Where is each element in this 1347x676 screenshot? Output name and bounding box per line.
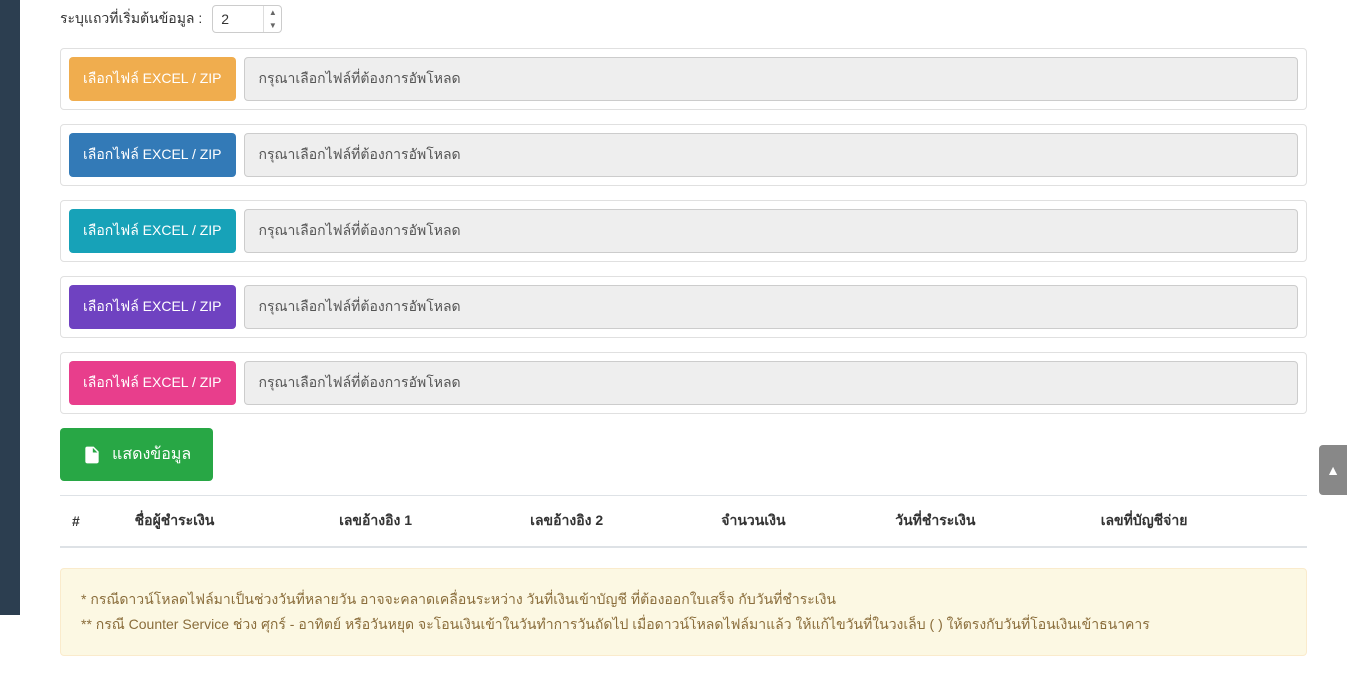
start-row-value: 2 — [221, 11, 229, 27]
file-display-3[interactable]: กรุณาเลือกไฟล์ที่ต้องการอัพโหลด — [244, 209, 1298, 253]
col-ref2: เลขอ้างอิง 2 — [518, 496, 709, 548]
show-data-button[interactable]: แสดงข้อมูล — [60, 428, 213, 481]
main-content: ระบุแถวที่เริ่มต้นข้อมูล : 2 ▲ ▼ เลือกไฟ… — [20, 0, 1347, 676]
select-file-button-1[interactable]: เลือกไฟล์ EXCEL / ZIP — [69, 57, 236, 101]
col-account: เลขที่บัญชีจ่าย — [1089, 496, 1307, 548]
select-file-button-5[interactable]: เลือกไฟล์ EXCEL / ZIP — [69, 361, 236, 405]
col-amount: จำนวนเงิน — [709, 496, 883, 548]
results-table: # ชื่อผู้ชำระเงิน เลขอ้างอิง 1 เลขอ้างอิ… — [60, 495, 1307, 548]
col-payer: ชื่อผู้ชำระเงิน — [123, 496, 327, 548]
file-upload-row-2: เลือกไฟล์ EXCEL / ZIP กรุณาเลือกไฟล์ที่ต… — [60, 124, 1307, 186]
file-display-1[interactable]: กรุณาเลือกไฟล์ที่ต้องการอัพโหลด — [244, 57, 1298, 101]
sidebar — [0, 0, 20, 615]
alert-line-2: ** กรณี Counter Service ช่วง ศุกร์ - อาท… — [81, 612, 1286, 637]
col-num: # — [60, 496, 123, 548]
start-row-label: ระบุแถวที่เริ่มต้นข้อมูล : — [60, 8, 202, 30]
file-upload-row-5: เลือกไฟล์ EXCEL / ZIP กรุณาเลือกไฟล์ที่ต… — [60, 352, 1307, 414]
file-export-icon — [82, 445, 102, 465]
table-header-row: # ชื่อผู้ชำระเงิน เลขอ้างอิง 1 เลขอ้างอิ… — [60, 496, 1307, 548]
file-display-5[interactable]: กรุณาเลือกไฟล์ที่ต้องการอัพโหลด — [244, 361, 1298, 405]
warning-alert: * กรณีดาวน์โหลดไฟล์มาเป็นช่วงวันที่หลายว… — [60, 568, 1307, 656]
start-row-input[interactable]: 2 ▲ ▼ — [212, 5, 282, 33]
show-data-label: แสดงข้อมูล — [112, 442, 191, 467]
col-ref1: เลขอ้างอิง 1 — [327, 496, 518, 548]
spinner-buttons: ▲ ▼ — [263, 6, 281, 32]
col-paydate: วันที่ชำระเงิน — [883, 496, 1088, 548]
file-upload-row-3: เลือกไฟล์ EXCEL / ZIP กรุณาเลือกไฟล์ที่ต… — [60, 200, 1307, 262]
chevron-up-icon: ▲ — [1326, 462, 1340, 478]
alert-line-1: * กรณีดาวน์โหลดไฟล์มาเป็นช่วงวันที่หลายว… — [81, 587, 1286, 612]
start-row-group: ระบุแถวที่เริ่มต้นข้อมูล : 2 ▲ ▼ — [60, 0, 1307, 48]
select-file-button-4[interactable]: เลือกไฟล์ EXCEL / ZIP — [69, 285, 236, 329]
spinner-down[interactable]: ▼ — [264, 19, 281, 32]
select-file-button-3[interactable]: เลือกไฟล์ EXCEL / ZIP — [69, 209, 236, 253]
file-display-2[interactable]: กรุณาเลือกไฟล์ที่ต้องการอัพโหลด — [244, 133, 1298, 177]
scroll-to-top-button[interactable]: ▲ — [1319, 445, 1347, 495]
select-file-button-2[interactable]: เลือกไฟล์ EXCEL / ZIP — [69, 133, 236, 177]
file-upload-row-1: เลือกไฟล์ EXCEL / ZIP กรุณาเลือกไฟล์ที่ต… — [60, 48, 1307, 110]
file-upload-row-4: เลือกไฟล์ EXCEL / ZIP กรุณาเลือกไฟล์ที่ต… — [60, 276, 1307, 338]
file-display-4[interactable]: กรุณาเลือกไฟล์ที่ต้องการอัพโหลด — [244, 285, 1298, 329]
spinner-up[interactable]: ▲ — [264, 6, 281, 19]
